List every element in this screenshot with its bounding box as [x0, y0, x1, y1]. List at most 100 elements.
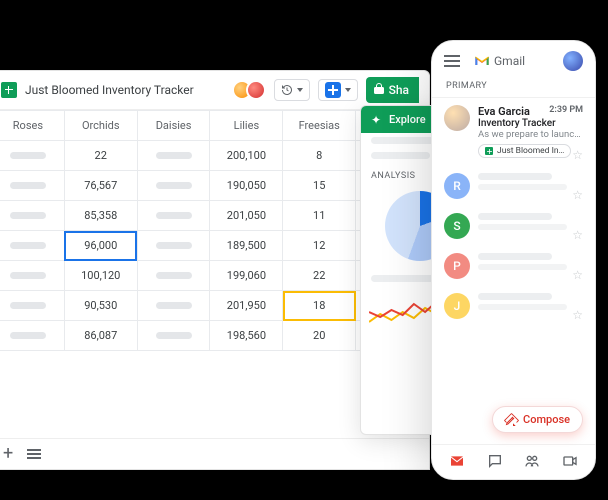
- email-row[interactable]: S☆: [432, 206, 595, 246]
- cell[interactable]: 96,000: [64, 231, 137, 261]
- cell[interactable]: 190,050: [210, 171, 283, 201]
- placeholder-bar: [478, 224, 567, 230]
- cell[interactable]: 12: [283, 231, 356, 261]
- cell[interactable]: 85,358: [64, 201, 137, 231]
- placeholder-bar: [478, 304, 567, 310]
- sender-avatar: R: [444, 173, 470, 199]
- cell[interactable]: [0, 201, 64, 231]
- gmail-m-icon: [474, 55, 490, 67]
- col-header[interactable]: Lilies: [210, 111, 283, 141]
- cell[interactable]: [0, 291, 64, 321]
- history-icon: [281, 84, 293, 96]
- col-header[interactable]: Roses: [0, 111, 64, 141]
- sheets-title: Just Bloomed Inventory Tracker: [25, 83, 194, 97]
- attachment-chip[interactable]: Just Bloomed In…: [478, 144, 571, 158]
- cell[interactable]: 90,530: [64, 291, 137, 321]
- star-icon[interactable]: ☆: [572, 308, 583, 322]
- cell[interactable]: 18: [283, 291, 356, 321]
- star-icon[interactable]: ☆: [572, 148, 583, 162]
- chevron-down-icon: [345, 88, 351, 92]
- gmail-thread-list: Eva Garcia Inventory Tracker As we prepa…: [432, 98, 595, 444]
- cell[interactable]: [0, 321, 64, 351]
- cell[interactable]: 20: [283, 321, 356, 351]
- col-header[interactable]: Orchids: [64, 111, 137, 141]
- toolbar-insert-dropdown[interactable]: [318, 79, 358, 101]
- cell[interactable]: [0, 171, 64, 201]
- cell[interactable]: 201,050: [210, 201, 283, 231]
- cell[interactable]: [0, 141, 64, 171]
- cell[interactable]: 22: [283, 261, 356, 291]
- col-header[interactable]: Daisies: [137, 111, 210, 141]
- cell[interactable]: [137, 201, 210, 231]
- lock-icon: [374, 85, 384, 95]
- sender-avatar: [444, 105, 470, 131]
- cell[interactable]: 86,087: [64, 321, 137, 351]
- sender-avatar: P: [444, 253, 470, 279]
- explore-label: Explore: [389, 113, 426, 126]
- email-subject: Inventory Tracker: [478, 118, 583, 129]
- account-avatar[interactable]: [563, 51, 583, 71]
- cell[interactable]: 199,060: [210, 261, 283, 291]
- placeholder-bar: [478, 184, 567, 190]
- cell[interactable]: 8: [283, 141, 356, 171]
- compose-button[interactable]: Compose: [492, 406, 583, 433]
- email-row[interactable]: P☆: [432, 246, 595, 286]
- email-row[interactable]: R☆: [432, 166, 595, 206]
- nav-spaces-icon[interactable]: [523, 453, 541, 469]
- nav-meet-icon[interactable]: [561, 453, 579, 469]
- star-icon[interactable]: ☆: [572, 228, 583, 242]
- gmail-phone: Gmail PRIMARY Eva Garcia Inventory Track…: [431, 40, 596, 480]
- avatar[interactable]: [246, 80, 266, 100]
- cell[interactable]: [137, 321, 210, 351]
- pencil-icon: [505, 414, 517, 426]
- cell[interactable]: [137, 141, 210, 171]
- cell[interactable]: [137, 261, 210, 291]
- plus-box-icon: [325, 82, 341, 98]
- sender-avatar: S: [444, 213, 470, 239]
- placeholder-bar: [371, 152, 430, 159]
- gmail-brand: Gmail: [474, 54, 525, 68]
- gmail-wordmark: Gmail: [494, 54, 525, 68]
- star-icon[interactable]: ☆: [572, 268, 583, 282]
- sheets-chip-icon: [485, 147, 493, 155]
- gmail-primary-tab[interactable]: PRIMARY: [432, 77, 595, 98]
- col-header[interactable]: Freesias: [283, 111, 356, 141]
- cell[interactable]: 11: [283, 201, 356, 231]
- toolbar-history-dropdown[interactable]: [274, 79, 310, 101]
- email-row[interactable]: J☆: [432, 286, 595, 326]
- cell[interactable]: 189,500: [210, 231, 283, 261]
- cell[interactable]: 76,567: [64, 171, 137, 201]
- cell[interactable]: 100,120: [64, 261, 137, 291]
- share-button[interactable]: Sha: [366, 77, 419, 103]
- cell[interactable]: [0, 231, 64, 261]
- sheets-logo-icon: [1, 82, 17, 98]
- menu-icon[interactable]: [444, 55, 460, 67]
- cell[interactable]: 22: [64, 141, 137, 171]
- email-preview: As we prepare to launch the…: [478, 129, 583, 140]
- nav-chat-icon[interactable]: [486, 453, 504, 469]
- gmail-topbar: Gmail: [432, 51, 595, 77]
- placeholder-bar: [478, 213, 552, 220]
- gmail-bottom-nav: [432, 444, 595, 479]
- attachment-chip-label: Just Bloomed In…: [497, 146, 564, 156]
- cell[interactable]: [137, 291, 210, 321]
- cell[interactable]: [0, 261, 64, 291]
- cell[interactable]: 200,100: [210, 141, 283, 171]
- nav-mail-icon[interactable]: [448, 453, 466, 469]
- add-sheet-button[interactable]: +: [3, 445, 13, 463]
- cell[interactable]: 198,560: [210, 321, 283, 351]
- placeholder-bar: [478, 293, 552, 300]
- email-row-featured[interactable]: Eva Garcia Inventory Tracker As we prepa…: [432, 98, 595, 166]
- share-label: Sha: [389, 83, 409, 97]
- sheets-tab-bar: +: [0, 438, 429, 469]
- collaborator-avatars[interactable]: [238, 80, 266, 100]
- cell[interactable]: 15: [283, 171, 356, 201]
- placeholder-bar: [478, 173, 552, 180]
- all-sheets-icon[interactable]: [27, 449, 41, 459]
- cell[interactable]: [137, 231, 210, 261]
- cell[interactable]: 201,950: [210, 291, 283, 321]
- chevron-down-icon: [297, 88, 303, 92]
- placeholder-bar: [478, 264, 567, 270]
- star-icon[interactable]: ☆: [572, 188, 583, 202]
- cell[interactable]: [137, 171, 210, 201]
